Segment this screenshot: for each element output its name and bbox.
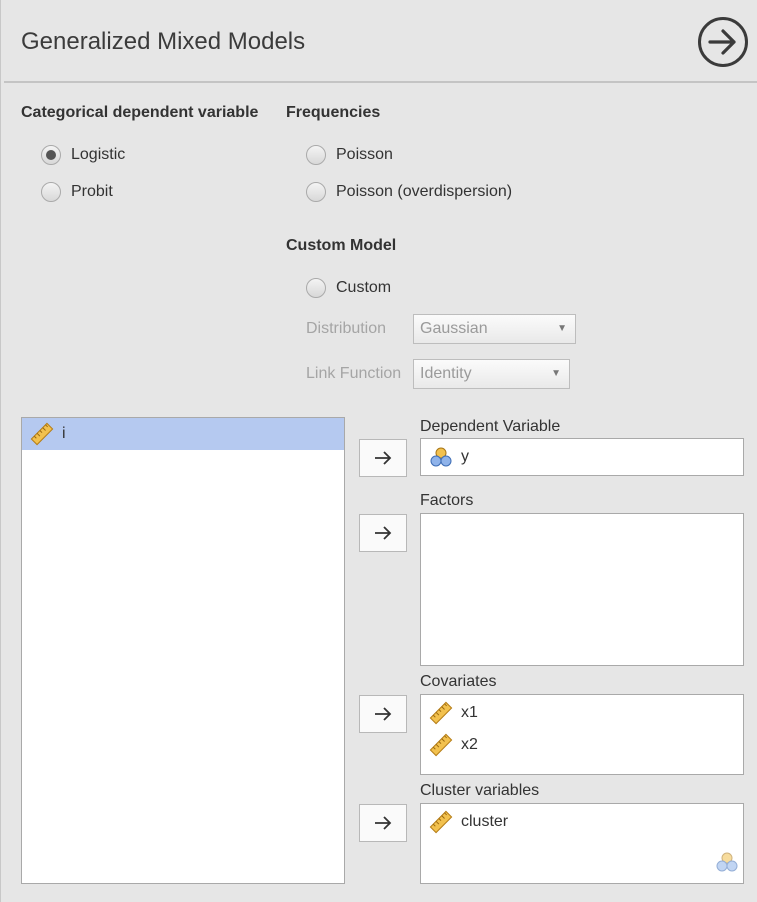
ruler-icon — [30, 422, 54, 446]
frequencies-heading: Frequencies — [286, 104, 381, 121]
variable-name: y — [461, 448, 469, 465]
factors-box[interactable] — [420, 513, 744, 666]
arrow-right-icon — [708, 29, 736, 55]
distribution-label: Distribution — [306, 320, 387, 337]
source-variable-list[interactable]: i — [21, 417, 345, 884]
link-function-value: Identity — [420, 365, 472, 382]
distribution-value: Gaussian — [420, 320, 488, 337]
link-function-select[interactable]: Identity ▼ — [413, 359, 570, 389]
dependent-variable-label: Dependent Variable — [420, 418, 561, 435]
covariates-label: Covariates — [420, 673, 497, 690]
list-item[interactable]: y — [421, 439, 743, 475]
variable-name: i — [62, 425, 66, 442]
list-item[interactable]: cluster — [421, 806, 743, 838]
nominal-icon — [429, 445, 453, 469]
ruler-icon — [429, 810, 453, 834]
radio-dot — [46, 150, 56, 160]
header-divider — [4, 81, 757, 83]
arrow-right-icon — [375, 707, 392, 721]
radio-poisson[interactable]: Poisson — [306, 145, 393, 165]
variable-name: x2 — [461, 736, 478, 753]
arrow-right-icon — [375, 526, 392, 540]
radio-label: Custom — [336, 279, 392, 296]
radio-label: Poisson — [336, 146, 393, 163]
radio-circle — [306, 278, 326, 298]
link-function-label: Link Function — [306, 365, 402, 382]
arrow-right-icon — [375, 451, 392, 465]
move-to-factors-button[interactable] — [359, 514, 407, 552]
move-to-cluster-button[interactable] — [359, 804, 407, 842]
caret-down-icon: ▼ — [557, 323, 567, 334]
list-item[interactable]: x1 — [421, 697, 743, 729]
distribution-select[interactable]: Gaussian ▼ — [413, 314, 576, 344]
radio-label: Logistic — [71, 146, 126, 163]
move-to-covariates-button[interactable] — [359, 695, 407, 733]
run-button[interactable] — [698, 17, 748, 67]
covariates-box[interactable]: x1 x2 — [420, 694, 744, 775]
radio-probit[interactable]: Probit — [41, 182, 113, 202]
radio-poisson-overdispersion[interactable]: Poisson (overdispersion) — [306, 182, 512, 202]
arrow-right-icon — [375, 816, 392, 830]
radio-custom[interactable]: Custom — [306, 278, 391, 298]
radio-circle — [306, 182, 326, 202]
ruler-icon — [429, 733, 453, 757]
cluster-variables-label: Cluster variables — [420, 782, 540, 799]
list-item[interactable]: i — [22, 418, 344, 450]
factors-label: Factors — [420, 492, 474, 509]
radio-label: Probit — [71, 183, 113, 200]
categorical-heading: Categorical dependent variable — [21, 104, 259, 121]
radio-circle — [41, 182, 61, 202]
radio-logistic[interactable]: Logistic — [41, 145, 125, 165]
move-to-dependent-button[interactable] — [359, 439, 407, 477]
analysis-panel: Generalized Mixed Models Categorical dep… — [0, 0, 757, 902]
variable-name: x1 — [461, 704, 478, 721]
caret-down-icon: ▼ — [551, 368, 561, 379]
radio-label: Poisson (overdispersion) — [336, 183, 513, 200]
variable-name: cluster — [461, 813, 509, 830]
custom-model-heading: Custom Model — [286, 237, 397, 254]
page-title: Generalized Mixed Models — [21, 28, 306, 55]
nominal-type-hint-icon — [715, 850, 739, 879]
radio-circle — [306, 145, 326, 165]
radio-circle — [41, 145, 61, 165]
cluster-variables-box[interactable]: cluster — [420, 803, 744, 884]
ruler-icon — [429, 701, 453, 725]
list-item[interactable]: x2 — [421, 729, 743, 761]
dependent-variable-box[interactable]: y — [420, 438, 744, 476]
